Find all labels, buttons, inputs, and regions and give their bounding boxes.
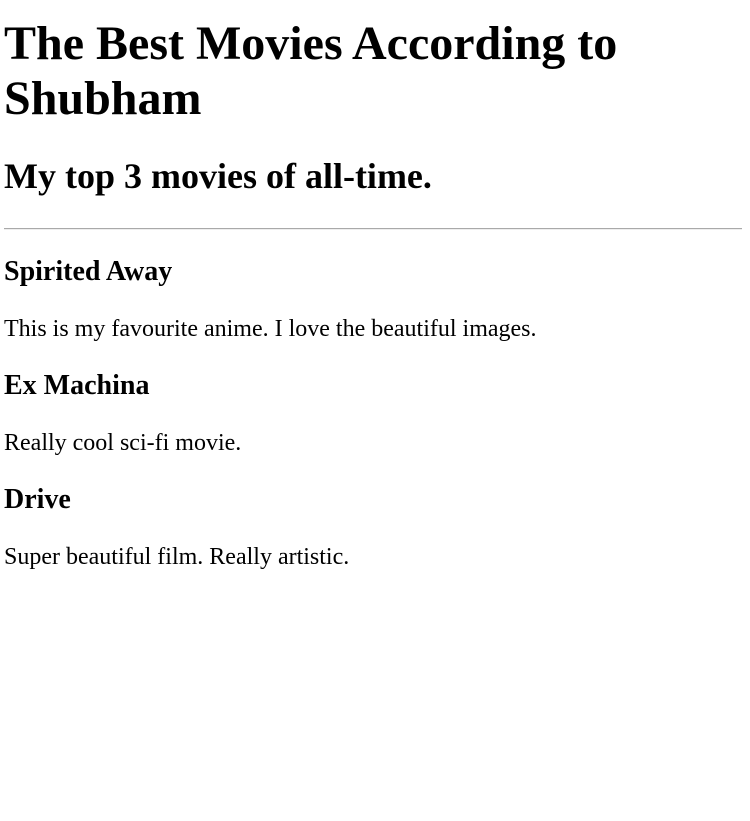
movie-list: Spirited Away This is my favourite anime… [4, 256, 746, 571]
movie-title: Spirited Away [4, 256, 173, 287]
movie-description: Really cool sci-fi movie. [4, 430, 242, 456]
divider [4, 228, 742, 230]
movie-item-drive: Drive Super beautiful film. Really artis… [4, 484, 746, 571]
page-title: The Best Movies According to Shubham [4, 17, 618, 125]
movie-title: Drive [4, 484, 71, 515]
movie-title: Ex Machina [4, 370, 150, 401]
movie-description: Super beautiful film. Really artistic. [4, 544, 350, 570]
page-subtitle: My top 3 movies of all-time. [4, 156, 432, 196]
movie-item-ex-machina: Ex Machina Really cool sci-fi movie. [4, 370, 746, 457]
movie-item-spirited-away: Spirited Away This is my favourite anime… [4, 256, 746, 343]
movie-description: This is my favourite anime. I love the b… [4, 316, 537, 342]
